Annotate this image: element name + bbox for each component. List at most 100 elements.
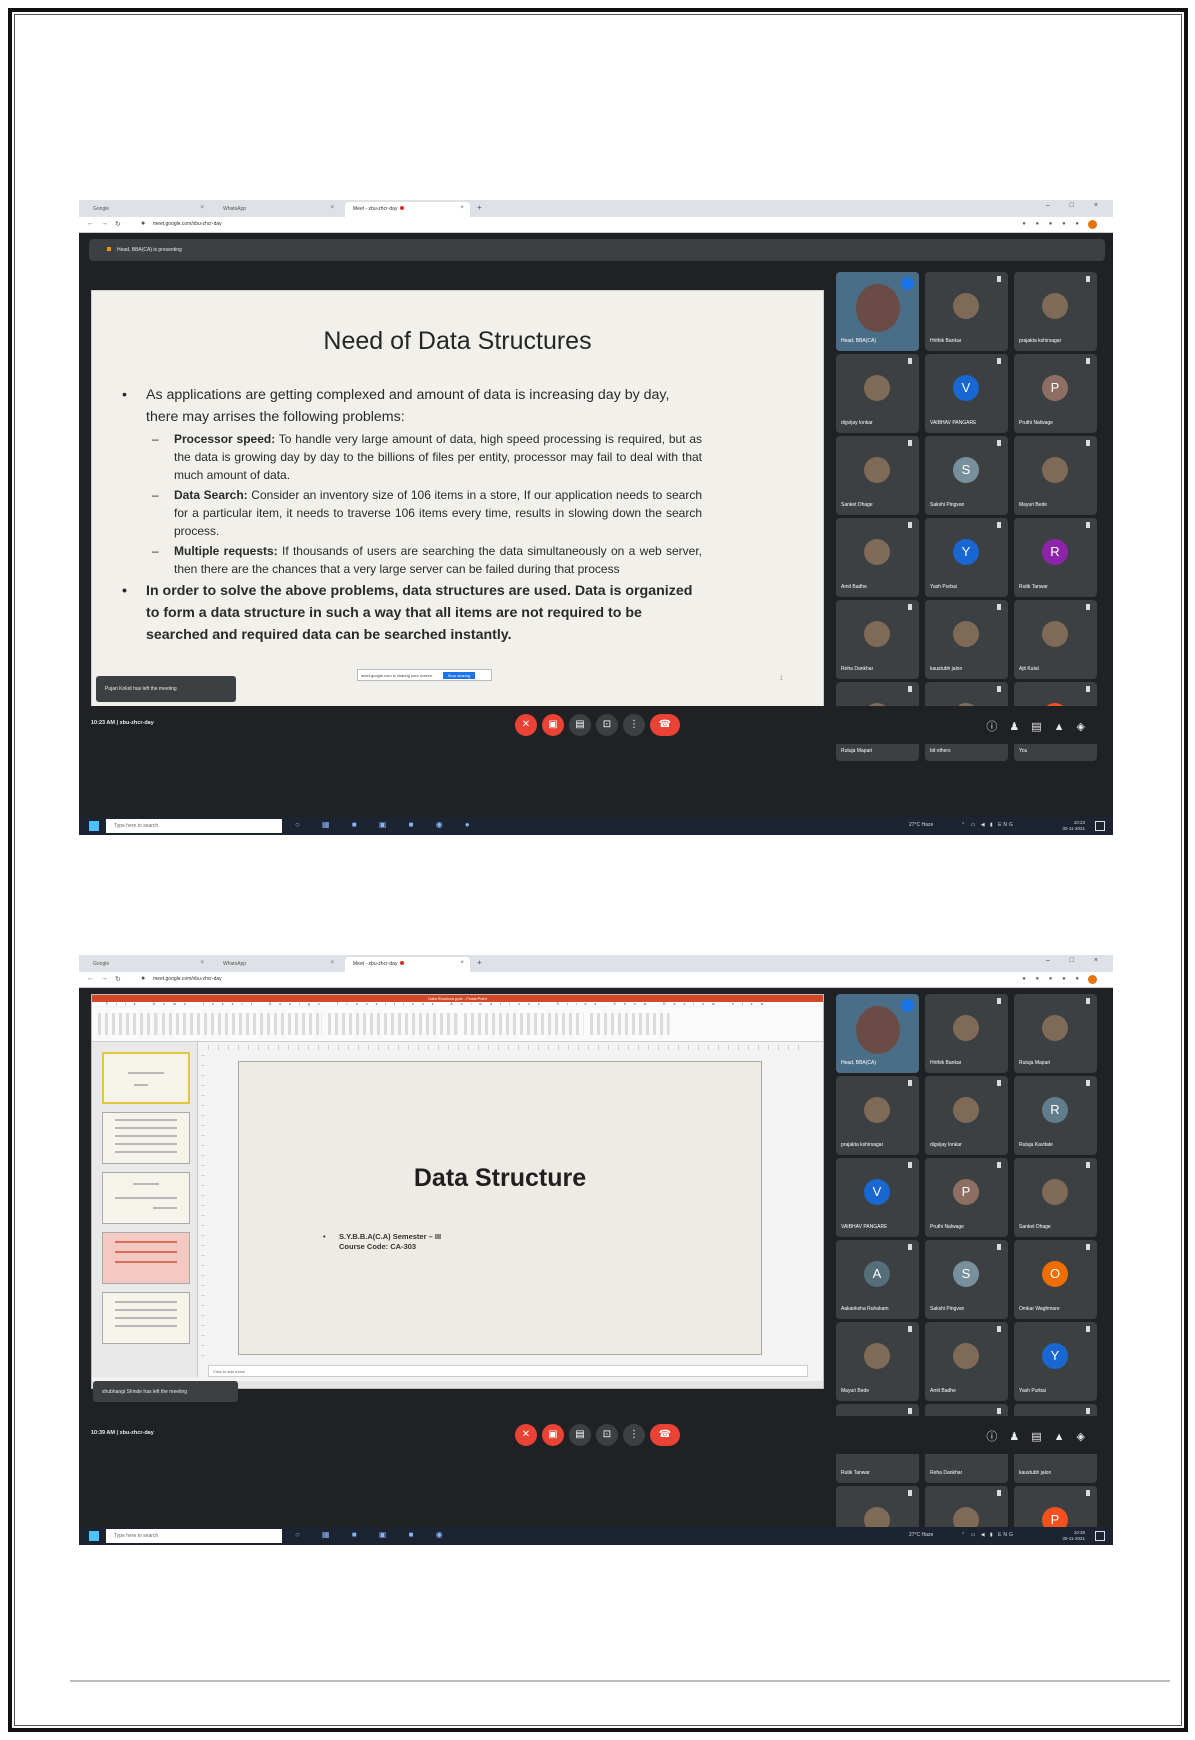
camera-off-icon[interactable]: ▣	[542, 1424, 564, 1446]
info-icon[interactable]: ⓘ	[986, 721, 1009, 733]
taskbar-search[interactable]: Type here to search	[106, 1529, 282, 1543]
shield-icon[interactable]: ◈	[1077, 1431, 1097, 1443]
slide-thumbnail[interactable]	[102, 1292, 190, 1344]
participant-tile[interactable]: P Pruthi Nalwage	[925, 1158, 1008, 1237]
more-icon[interactable]: ⋮	[623, 714, 645, 736]
participant-tile[interactable]: Sanket Dhage	[1014, 1158, 1097, 1237]
participant-tile[interactable]: Y Yash Purbai	[925, 518, 1008, 597]
participant-tile[interactable]: V VAIBHAV PANGARE	[836, 1158, 919, 1237]
participant-tile[interactable]: Rutuja Mapari	[1014, 994, 1097, 1073]
participant-tile[interactable]: V VAIBHAV PANGARE	[925, 354, 1008, 433]
back-icon[interactable]: ←	[87, 975, 94, 982]
present-icon[interactable]: ⊡	[596, 714, 618, 736]
captions-icon[interactable]: ▤	[569, 714, 591, 736]
ppt-tab[interactable]: View	[732, 1002, 772, 1006]
browser-tab[interactable]: WhatsApp ×	[215, 202, 340, 217]
participant-tile[interactable]: prajakta kshirsagar	[836, 1076, 919, 1155]
people-icon[interactable]: ♟	[1009, 1431, 1031, 1443]
participant-tile-host[interactable]: Head, BBA(CA)	[836, 272, 919, 351]
start-icon[interactable]	[89, 1531, 99, 1541]
chat-icon[interactable]: ▤	[1031, 1431, 1053, 1443]
participant-tile[interactable]: S Sakshi Pingvan	[925, 1240, 1008, 1319]
url-field[interactable]: meet.google.com/xbu-zhcr-day	[153, 976, 222, 982]
participant-tile[interactable]: digvijay lonkar	[925, 1076, 1008, 1155]
participant-tile[interactable]: R Rutik Tanwar	[1014, 518, 1097, 597]
mic-off-icon[interactable]: ✕	[515, 714, 537, 736]
reload-icon[interactable]: ↻	[115, 220, 121, 228]
extension-icons[interactable]: ● ● ● ● ●	[1022, 976, 1083, 982]
info-icon[interactable]: ⓘ	[986, 1431, 1009, 1443]
participant-tile[interactable]: prajakta kshirsagar	[1014, 272, 1097, 351]
end-call-icon[interactable]: ☎	[650, 1424, 680, 1446]
slide-thumbnail[interactable]	[102, 1232, 190, 1284]
ppt-tab[interactable]: Design	[269, 1002, 328, 1006]
start-icon[interactable]	[89, 821, 99, 831]
browser-tab-active[interactable]: Meet - xbu-zhcr-day ×	[345, 202, 470, 217]
profile-avatar[interactable]	[1088, 220, 1097, 229]
window-controls[interactable]: – □ ×	[1046, 202, 1107, 209]
back-icon[interactable]: ←	[87, 220, 94, 227]
ppt-slide-canvas[interactable]: Data Structure S.Y.B.B.A(C.A) Semester –…	[238, 1061, 762, 1355]
participant-tile[interactable]: Sanket Dhage	[836, 436, 919, 515]
ppt-tab[interactable]: File	[106, 1002, 144, 1006]
ppt-tab[interactable]: Insert	[203, 1002, 260, 1006]
forward-icon[interactable]: →	[101, 220, 108, 227]
end-call-icon[interactable]: ☎	[650, 714, 680, 736]
ppt-tab[interactable]: Review	[663, 1002, 722, 1006]
participant-tile[interactable]: O Omkar Waghmare	[1014, 1240, 1097, 1319]
notification-icon[interactable]	[1095, 1531, 1105, 1541]
url-field[interactable]: meet.google.com/xbu-zhcr-day	[153, 221, 222, 227]
taskbar-clock[interactable]: 10:23 30-11-2021	[1062, 820, 1085, 832]
reload-icon[interactable]: ↻	[115, 975, 121, 983]
participant-tile-host[interactable]: Head, BBA(CA)	[836, 994, 919, 1073]
participant-tile[interactable]: Hrithik Bankar	[925, 994, 1008, 1073]
taskbar-search[interactable]: Type here to search	[106, 819, 282, 833]
browser-tab[interactable]: Google ×	[85, 202, 210, 217]
browser-tab[interactable]: WhatsApp ×	[215, 957, 340, 972]
browser-tab[interactable]: Google ×	[85, 957, 210, 972]
participant-tile[interactable]: R Rutuja Kavitate	[1014, 1076, 1097, 1155]
slide-thumbnail[interactable]	[102, 1052, 190, 1104]
participant-tile[interactable]: Ajit Kutal	[1014, 600, 1097, 679]
participant-tile[interactable]: Hrithik Bankar	[925, 272, 1008, 351]
ppt-ribbon[interactable]	[92, 1008, 823, 1042]
chat-icon[interactable]: ▤	[1031, 721, 1053, 733]
taskbar-app-icons[interactable]: ○ ▦ ■ ▣ ■ ◉	[295, 1530, 453, 1539]
forward-icon[interactable]: →	[101, 975, 108, 982]
ppt-tab[interactable]: Animations	[450, 1002, 547, 1006]
activities-icon[interactable]: ▲	[1054, 721, 1077, 733]
browser-tab-active[interactable]: Meet - xbu-zhcr-day ×	[345, 957, 470, 972]
camera-off-icon[interactable]: ▣	[542, 714, 564, 736]
system-tray[interactable]: ⌃ ▭ ◀ ▮ ENG	[961, 822, 1015, 828]
participant-tile[interactable]: Y Yash Purbai	[1014, 1322, 1097, 1401]
new-tab-icon[interactable]: +	[477, 203, 482, 212]
participant-tile[interactable]: Amit Badhe	[925, 1322, 1008, 1401]
notification-icon[interactable]	[1095, 821, 1105, 831]
new-tab-icon[interactable]: +	[477, 958, 482, 967]
people-icon[interactable]: ♟	[1009, 721, 1031, 733]
window-controls[interactable]: – □ ×	[1046, 957, 1107, 964]
participant-tile[interactable]: kaustubh jalon	[925, 600, 1008, 679]
system-tray[interactable]: ⌃ ▭ ◀ ▮ ENG	[961, 1532, 1015, 1538]
participant-tile[interactable]: P Pruthi Nalwage	[1014, 354, 1097, 433]
present-icon[interactable]: ⊡	[596, 1424, 618, 1446]
slide-thumbnail[interactable]	[102, 1172, 190, 1224]
ppt-tab[interactable]: Home	[153, 1002, 194, 1006]
participant-tile[interactable]: Mayuri Bede	[836, 1322, 919, 1401]
participant-tile[interactable]: Reha Dankhar	[836, 600, 919, 679]
participant-tile[interactable]: Mayuri Bede	[1014, 436, 1097, 515]
shield-icon[interactable]: ◈	[1077, 721, 1097, 733]
ppt-tab[interactable]: Transitions	[337, 1002, 442, 1006]
taskbar-app-icons[interactable]: ○ ▦ ■ ▣ ■ ◉ ●	[295, 820, 480, 829]
ppt-tab[interactable]: Slide Show	[557, 1002, 655, 1006]
activities-icon[interactable]: ▲	[1054, 1431, 1077, 1443]
weather-widget[interactable]: 27°C Haze	[909, 822, 933, 828]
participant-tile[interactable]: digvijay lonkar	[836, 354, 919, 433]
more-icon[interactable]: ⋮	[623, 1424, 645, 1446]
profile-avatar[interactable]	[1088, 975, 1097, 984]
extension-icons[interactable]: ● ● ● ● ●	[1022, 221, 1083, 227]
mic-off-icon[interactable]: ✕	[515, 1424, 537, 1446]
slide-thumbnail[interactable]	[102, 1112, 190, 1164]
participant-tile[interactable]: S Sakshi Pingvan	[925, 436, 1008, 515]
participant-tile[interactable]: A Aakanksha Ruhakam	[836, 1240, 919, 1319]
